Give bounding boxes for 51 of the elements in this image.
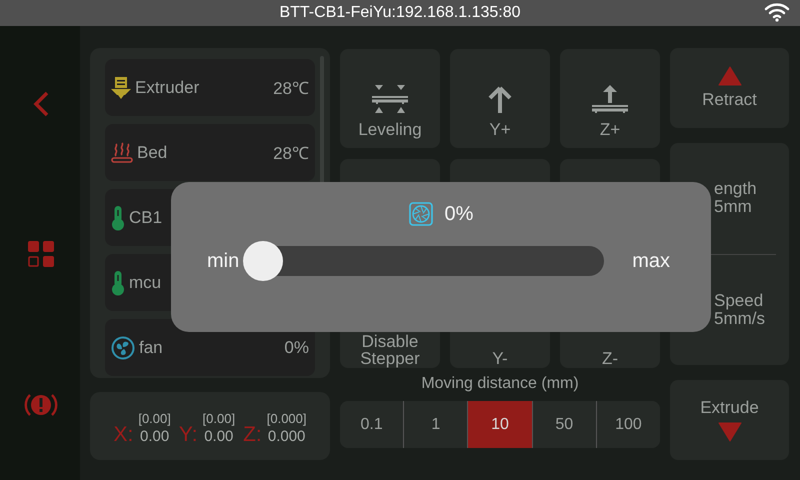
axis-label: Y: (178, 424, 198, 446)
thermometer-icon (111, 270, 125, 296)
move-button[interactable]: Y+ (450, 49, 550, 148)
fan-speed-slider[interactable] (243, 241, 604, 281)
moving-distance-label: Moving distance (mm) (420, 375, 580, 393)
sensor-item[interactable]: Bed 28℃ (105, 124, 315, 181)
target-position: [0.00] (202, 410, 236, 428)
extrude-button[interactable]: Extrude (670, 380, 789, 460)
speed-label: Speed (714, 292, 764, 310)
fan-icon (408, 202, 433, 226)
slider-thumb[interactable] (243, 241, 284, 281)
fan-icon (111, 336, 135, 360)
sensor-name: Bed (137, 142, 168, 162)
length-value[interactable]: 5mm (714, 198, 789, 216)
up-arrow-icon (488, 86, 512, 114)
move-button[interactable]: Z+ (560, 49, 660, 148)
target-position: [0.00] (138, 410, 171, 428)
current-position: 0.00 (140, 428, 170, 446)
sensor-name: Extruder (135, 78, 200, 98)
fan-speed-value: 0% (444, 202, 474, 226)
speed-value[interactable]: 5mm/s (714, 310, 789, 328)
current-position: 0.000 (268, 428, 306, 446)
sensor-name: CB1 (129, 208, 162, 228)
grid-icon[interactable] (27, 240, 55, 268)
heated-bed-icon (111, 142, 133, 164)
sensor-value: 28℃ (273, 143, 309, 164)
distance-option[interactable]: 10 (467, 401, 532, 448)
alert-icon[interactable] (24, 392, 58, 418)
thermometer-icon (111, 204, 125, 230)
axis-label: X: (113, 424, 134, 446)
wifi-icon (764, 2, 790, 22)
min-label: min (207, 250, 240, 272)
sensor-name: fan (139, 338, 163, 358)
raise-bed-icon (591, 84, 629, 114)
back-icon[interactable] (31, 90, 51, 118)
current-position: 0.00 (204, 428, 234, 446)
sensor-value: 0% (284, 338, 309, 358)
target-position: [0.000] (266, 410, 307, 428)
leveling-icon (371, 84, 409, 114)
move-button[interactable]: Leveling (340, 49, 440, 148)
sensor-item[interactable]: Extruder 28℃ (105, 59, 315, 116)
sensor-name: mcu (129, 272, 162, 292)
retract-button[interactable]: Retract (670, 48, 789, 128)
axis-label: Z: (243, 424, 262, 446)
length-label: ength (714, 180, 758, 198)
sensor-value: 28℃ (273, 78, 309, 99)
max-label: max (632, 250, 670, 272)
extruder-icon (111, 76, 131, 100)
window-title: BTT-CB1-FeiYu:192.168.1.135:80 (279, 4, 521, 22)
down-triangle-icon (718, 422, 742, 442)
up-triangle-icon (718, 66, 742, 86)
